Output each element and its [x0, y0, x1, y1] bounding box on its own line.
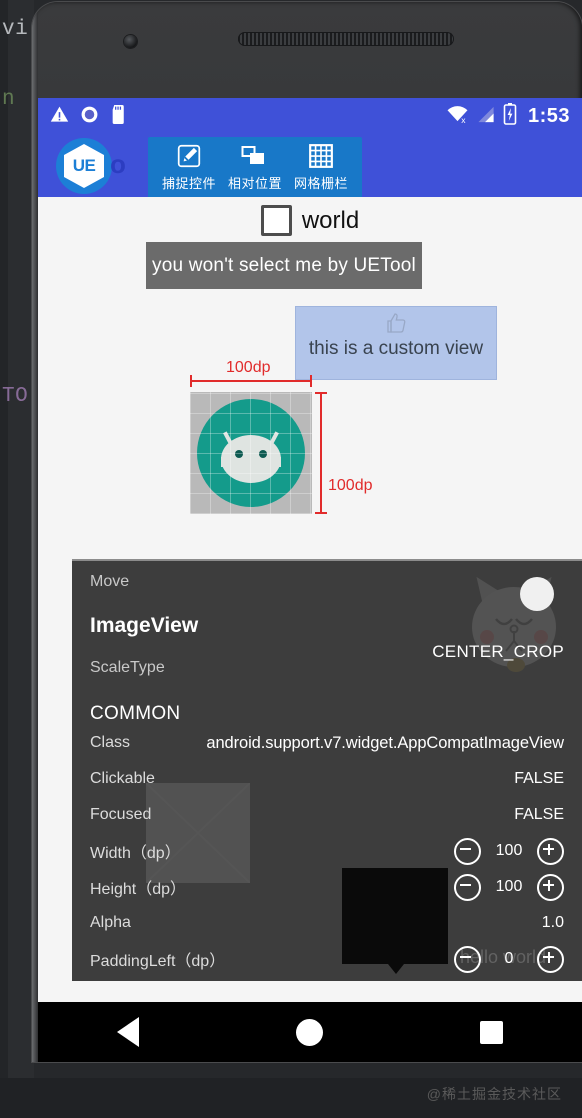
property-key: Height（dp）	[90, 881, 187, 898]
plus-circle-icon[interactable]	[537, 837, 564, 865]
record-circle-icon	[80, 105, 99, 129]
property-row-alpha: Alpha 1.0	[90, 905, 564, 941]
minus-circle-icon[interactable]	[454, 945, 481, 973]
phone-top-bezel	[32, 2, 582, 98]
height-value: 100	[495, 878, 523, 895]
panel-inner: Move ImageView ScaleType COMMON Class an…	[72, 561, 582, 977]
ghost-chinese-text: 海底捞火锅	[172, 977, 297, 981]
front-camera-icon	[124, 35, 137, 48]
world-checkbox-label: world	[301, 206, 360, 234]
measure-height-label: 100dp	[328, 477, 373, 494]
ide-code-fragment-1: vi	[2, 18, 29, 41]
uetool-action-group: 捕捉控件 相对位置 网格栅栏	[148, 137, 362, 199]
measure-width-bar	[190, 375, 312, 387]
uetool-action-capture-label: 捕捉控件	[161, 176, 216, 191]
padding-left-stepper: 0	[454, 945, 564, 973]
measure-height-bar	[315, 392, 327, 514]
property-key: Width（dp）	[90, 845, 181, 862]
width-stepper: 100	[454, 837, 564, 865]
layers-relative-icon	[241, 141, 269, 171]
property-key: Clickable	[90, 770, 155, 787]
android-image-box	[190, 392, 312, 514]
ide-gutter	[0, 0, 8, 1118]
ide-code-fragment-2: n	[2, 88, 16, 111]
plus-circle-icon[interactable]	[537, 873, 564, 901]
height-stepper: 100	[454, 873, 564, 901]
property-value: 1.0	[541, 914, 564, 931]
property-value: FALSE	[514, 770, 564, 787]
warning-triangle-icon	[50, 105, 69, 129]
panel-scale-type-value: CENTER_CROP	[432, 642, 564, 661]
status-bar-left-icons	[50, 104, 128, 129]
phone-screen: x 1:53 UE o 捕捉控件 相对位置 网格栅栏 world you won…	[38, 98, 582, 1002]
uetool-logo-text: UE	[72, 156, 96, 175]
battery-charging-icon	[503, 103, 517, 130]
watermark: @稀土掘金技术社区	[426, 1086, 562, 1102]
measure-width-label: 100dp	[226, 359, 271, 376]
property-row-width: Width（dp） 100	[90, 833, 564, 869]
property-key: Class	[90, 734, 131, 751]
android-nav-bar	[38, 1002, 582, 1062]
property-value: FALSE	[514, 806, 564, 823]
ghost-overlay-text: o	[110, 149, 126, 179]
cell-signal-icon	[476, 105, 496, 129]
non-selectable-button[interactable]: you won't select me by UETool	[146, 242, 422, 289]
uetool-toolbar: UE o 捕捉控件 相对位置 网格栅栏	[38, 135, 582, 199]
status-bar: x 1:53	[38, 98, 582, 135]
android-image-with-measure[interactable]: 100dp 100dp	[190, 359, 373, 514]
custom-view-box[interactable]: this is a custom view	[296, 307, 496, 379]
property-key: PaddingLeft（dp）	[90, 953, 226, 970]
property-row-padding-left: PaddingLeft（dp） 0	[90, 941, 564, 977]
wifi-off-icon: x	[446, 105, 469, 129]
thumbs-up-icon	[384, 311, 408, 340]
uetool-logo-button[interactable]: UE	[56, 138, 112, 194]
panel-view-type: ImageView	[90, 614, 199, 637]
world-checkbox[interactable]	[260, 205, 292, 236]
ide-code-fragment-3: TO	[2, 385, 29, 408]
uetool-hexagon-icon: UE	[64, 144, 104, 188]
uetool-action-capture[interactable]: 捕捉控件	[158, 141, 220, 192]
property-value: android.support.v7.widget.AppCompatImage…	[206, 733, 564, 752]
minus-circle-icon[interactable]	[454, 873, 481, 901]
padding-left-value: 0	[504, 950, 514, 967]
grid-icon	[308, 141, 334, 171]
property-row-focused: Focused FALSE	[90, 797, 564, 833]
property-row-class: Class android.support.v7.widget.AppCompa…	[90, 725, 564, 761]
panel-section-common: COMMON	[90, 703, 181, 724]
property-key: Alpha	[90, 914, 131, 931]
phone-device-frame: x 1:53 UE o 捕捉控件 相对位置 网格栅栏 world you won…	[32, 2, 582, 1062]
status-bar-right-icons: x 1:53	[446, 103, 570, 130]
property-key: Focused	[90, 806, 152, 823]
uetool-action-relative-position[interactable]: 相对位置	[224, 141, 286, 192]
width-value: 100	[495, 842, 523, 859]
back-triangle-icon[interactable]	[116, 1017, 139, 1047]
uetool-action-relative-position-label: 相对位置	[227, 176, 282, 191]
property-row-height: Height（dp） 100	[90, 869, 564, 905]
minus-circle-icon[interactable]	[454, 837, 481, 865]
plus-circle-icon[interactable]	[537, 945, 564, 973]
uetool-action-grid-label: 网格栅栏	[293, 176, 348, 191]
panel-move-handle[interactable]: Move	[90, 561, 564, 591]
sd-card-icon	[110, 104, 128, 129]
uetool-action-grid[interactable]: 网格栅栏	[290, 141, 352, 192]
recents-square-icon[interactable]	[480, 1020, 504, 1044]
pencil-edit-icon	[176, 141, 202, 171]
grid-overlay	[190, 392, 312, 514]
property-row-clickable: Clickable FALSE	[90, 761, 564, 797]
svg-text:x: x	[461, 115, 466, 124]
custom-view-label: this is a custom view	[308, 338, 484, 359]
uetool-attribute-panel: hello world 海底捞火锅 UETool Move ImageView …	[72, 559, 582, 981]
checkbox-row: world	[38, 197, 582, 236]
earpiece-speaker	[238, 32, 454, 46]
home-circle-icon[interactable]	[295, 1018, 323, 1046]
status-bar-clock: 1:53	[527, 105, 570, 127]
